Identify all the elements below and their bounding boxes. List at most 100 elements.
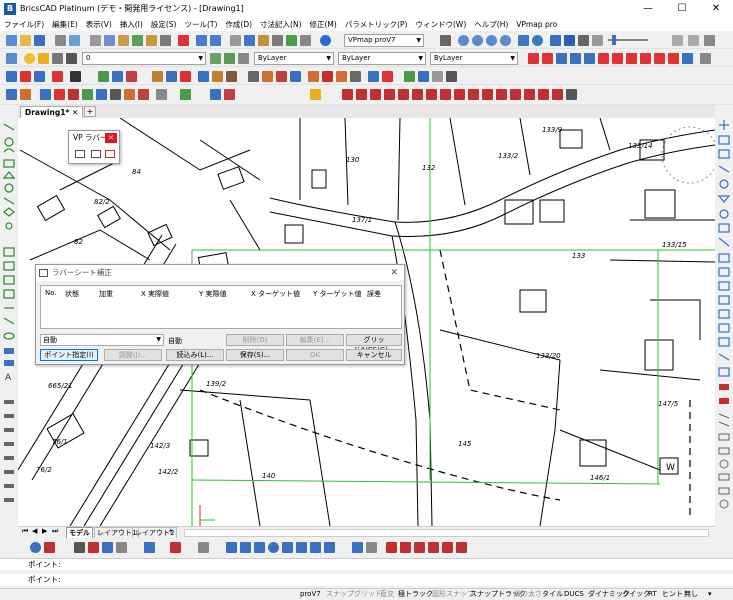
vp-frame-icon[interactable] xyxy=(210,89,221,100)
view-icon[interactable] xyxy=(532,35,543,46)
wireframe-icon[interactable] xyxy=(704,35,715,46)
vp-pt1-icon[interactable] xyxy=(40,89,51,100)
snap-int-icon[interactable] xyxy=(556,53,567,64)
triangle-icon[interactable] xyxy=(296,542,307,553)
print-icon[interactable] xyxy=(102,542,113,553)
menu-edit[interactable]: 編集(E) xyxy=(52,19,78,30)
vp-folder-icon[interactable] xyxy=(310,89,321,100)
perp-icon[interactable] xyxy=(324,542,335,553)
maximize-button[interactable]: ☐ xyxy=(665,0,699,17)
column-x-target[interactable]: X ターゲット値 xyxy=(251,289,300,299)
snap-ext-icon[interactable] xyxy=(570,53,581,64)
vp-pt4-icon[interactable] xyxy=(82,89,93,100)
frame4-icon[interactable] xyxy=(428,542,439,553)
vp-text-icon[interactable] xyxy=(322,71,333,82)
vp-detach-icon[interactable] xyxy=(166,71,177,82)
left-tool-icons[interactable]: A xyxy=(0,118,18,526)
menu-view[interactable]: 表示(V) xyxy=(86,19,112,30)
zoom-extents-icon[interactable] xyxy=(500,35,511,46)
command-input[interactable]: ポイント: xyxy=(0,574,733,586)
copy-icon[interactable] xyxy=(104,35,115,46)
load-button[interactable]: 読込み(L)... xyxy=(166,349,224,361)
vp-mark-icon[interactable] xyxy=(382,71,393,82)
vp-move-icon[interactable] xyxy=(212,71,223,82)
status-grid[interactable]: グリッド xyxy=(354,589,382,600)
paste-icon[interactable] xyxy=(118,35,129,46)
calc-icon[interactable] xyxy=(300,35,311,46)
vp-arrow13-icon[interactable] xyxy=(510,89,521,100)
vp-arrow4-icon[interactable] xyxy=(384,89,395,100)
menu-draw[interactable]: 作成(D) xyxy=(225,19,252,30)
menu-insert[interactable]: 挿入(I) xyxy=(120,19,143,30)
menu-settings[interactable]: 設定(S) xyxy=(151,19,177,30)
zoom-icon[interactable] xyxy=(366,542,377,553)
redo-icon[interactable] xyxy=(210,35,221,46)
snap-insert-icon[interactable] xyxy=(654,53,665,64)
cut-icon[interactable] xyxy=(90,35,101,46)
menu-parametric[interactable]: パラメトリック(P) xyxy=(345,19,408,30)
vp-panel-close-button[interactable]: ✕ xyxy=(105,133,117,143)
layer-lock-icon[interactable] xyxy=(52,53,63,64)
vp-arrow6-icon[interactable] xyxy=(412,89,423,100)
circle-icon[interactable] xyxy=(268,542,279,553)
edit-button[interactable]: 編集(E)... xyxy=(286,334,344,346)
preview-icon[interactable] xyxy=(69,35,80,46)
brush-icon[interactable] xyxy=(146,35,157,46)
pick-icon[interactable] xyxy=(198,542,209,553)
ok-button[interactable]: OK xyxy=(286,349,344,361)
snap-mid-icon[interactable] xyxy=(542,53,553,64)
vp-arrow3-icon[interactable] xyxy=(370,89,381,100)
status-snap[interactable]: スナップ xyxy=(326,589,354,600)
status-lineweight[interactable]: 線の太さ xyxy=(514,589,542,600)
status-menu-icon[interactable]: ▾ xyxy=(708,589,712,600)
vp-arrow12-icon[interactable] xyxy=(496,89,507,100)
vp-color-icon[interactable] xyxy=(262,71,273,82)
vp-close-tool-icon[interactable] xyxy=(105,150,115,158)
vp-pt5-icon[interactable] xyxy=(96,89,107,100)
frame5-icon[interactable] xyxy=(442,542,453,553)
new-icon[interactable] xyxy=(6,35,17,46)
vp-grid-tool-icon[interactable] xyxy=(75,150,85,158)
layer-previous-icon[interactable] xyxy=(210,53,221,64)
vp-list-icon[interactable] xyxy=(432,71,443,82)
vp-raster-icon[interactable] xyxy=(98,71,109,82)
tab-nav-first-icon[interactable]: ⏮ xyxy=(22,527,28,536)
x-icon[interactable] xyxy=(240,542,251,553)
vp-clip-icon[interactable] xyxy=(126,71,137,82)
explorer-icon[interactable] xyxy=(258,35,269,46)
make-current-icon[interactable] xyxy=(224,53,235,64)
vp-pt9-icon[interactable] xyxy=(156,89,167,100)
vp-pt6-icon[interactable] xyxy=(110,89,121,100)
menu-help[interactable]: ヘルプ(H) xyxy=(474,19,508,30)
vp-layers-icon[interactable] xyxy=(248,71,259,82)
vp-arrow14-icon[interactable] xyxy=(524,89,535,100)
grid-ucs-button[interactable]: グリッド/UCS(G)... xyxy=(346,334,402,354)
vp-list2-icon[interactable] xyxy=(566,89,577,100)
vp-load-icon[interactable] xyxy=(20,71,31,82)
menu-window[interactable]: ウィンドウ(W) xyxy=(415,19,466,30)
menu-file[interactable]: ファイル(F) xyxy=(4,19,44,30)
frame6-icon[interactable] xyxy=(456,542,467,553)
page-icon[interactable] xyxy=(116,542,127,553)
tab-nav-prev-icon[interactable]: ◀ xyxy=(32,527,37,535)
properties-icon[interactable] xyxy=(244,35,255,46)
clear-icon[interactable] xyxy=(160,35,171,46)
vp-green-icon[interactable] xyxy=(404,71,415,82)
cancel-button[interactable]: キャンセル xyxy=(346,349,402,361)
status-rt[interactable]: RT xyxy=(648,589,657,600)
pan-icon[interactable] xyxy=(440,35,451,46)
status-osnap[interactable]: 図形スナップ xyxy=(432,589,474,600)
text-a-icon[interactable] xyxy=(6,89,17,100)
render-icon[interactable] xyxy=(564,35,575,46)
frame3-icon[interactable] xyxy=(414,542,425,553)
vp-sheet-icon[interactable] xyxy=(70,71,81,82)
column-x-actual[interactable]: X 実際値 xyxy=(141,289,169,299)
status-ortho[interactable]: 直交 xyxy=(380,589,394,600)
status-quick[interactable]: クイック xyxy=(622,589,650,600)
vp-pt7-icon[interactable] xyxy=(124,89,135,100)
diamond-icon[interactable] xyxy=(282,542,293,553)
vp-table-icon[interactable] xyxy=(350,71,361,82)
layer-manager-icon[interactable] xyxy=(6,53,17,64)
snap-settings-icon[interactable] xyxy=(682,53,693,64)
zoom-in-icon[interactable] xyxy=(458,35,469,46)
